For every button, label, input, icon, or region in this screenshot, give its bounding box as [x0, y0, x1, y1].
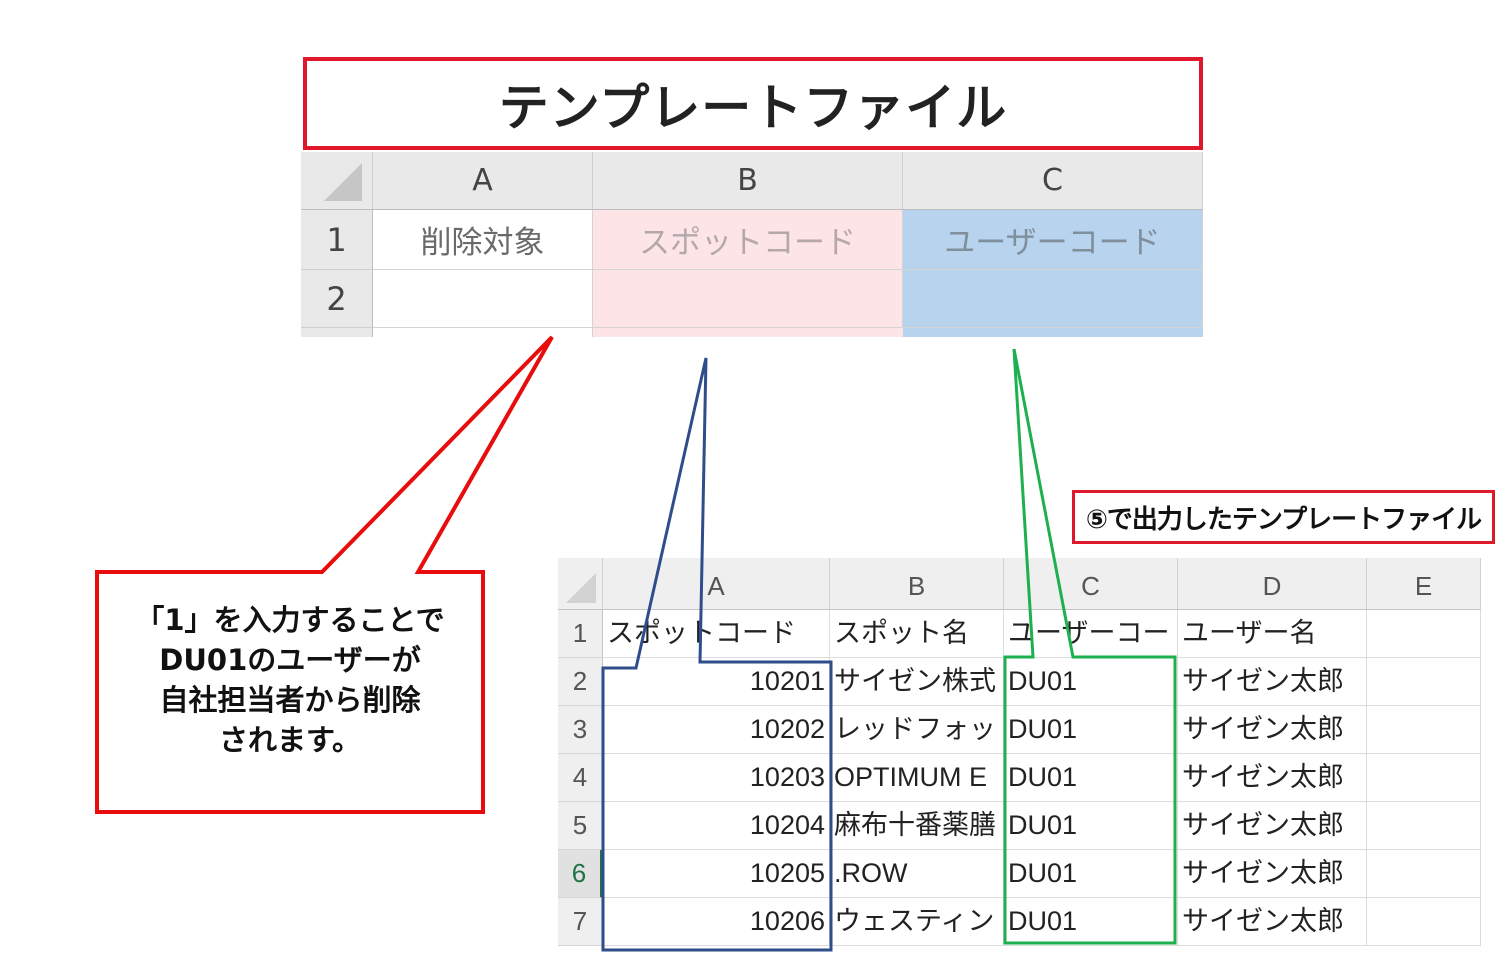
callout-line-1: 「1」を入力することで [135, 603, 445, 637]
callout-line-2: DU01のユーザーが [159, 643, 421, 677]
callout-text: 「1」を入力することで DU01のユーザーが 自社担当者から削除 されます。 [100, 600, 480, 800]
diagram-overlay [95, 335, 1177, 952]
user-code-connector [1003, 348, 1177, 945]
callout-line-3: 自社担当者から削除 [159, 683, 421, 717]
spot-code-connector [601, 357, 833, 952]
callout-line-4: されます。 [218, 723, 362, 757]
